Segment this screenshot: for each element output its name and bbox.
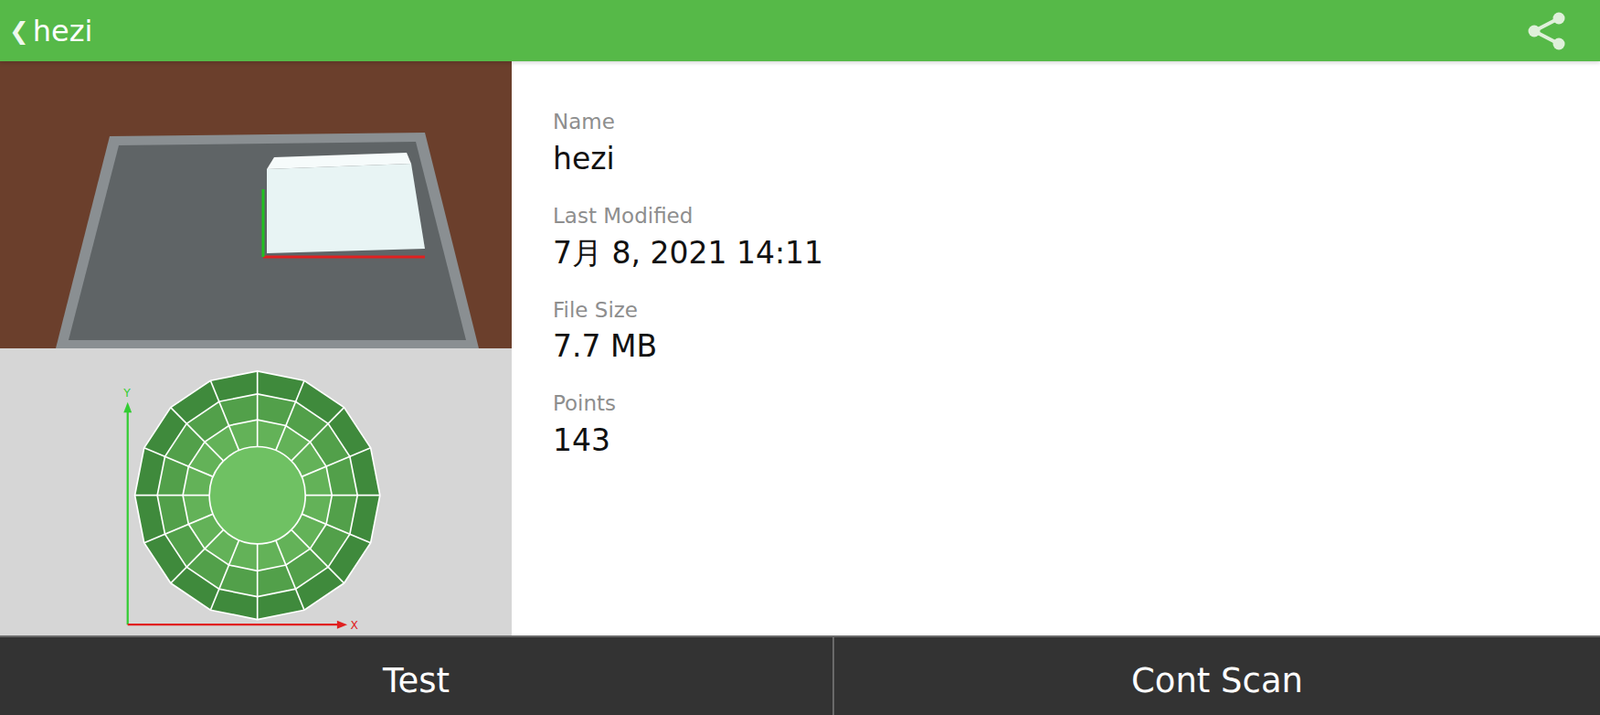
target-diagram: YX xyxy=(0,348,512,641)
detail-label: Last Modified xyxy=(552,202,1600,231)
x-axis-label: X xyxy=(349,618,359,632)
content-area: YXNameheziLast Modified7月 8, 2021 14:11F… xyxy=(0,61,1600,636)
detail-label: Points xyxy=(552,390,1600,418)
detail-item: File Size7.7 MB xyxy=(552,296,1600,368)
back-button[interactable]: ❮hezi xyxy=(9,13,93,49)
detail-label: File Size xyxy=(552,296,1600,325)
page-title: hezi xyxy=(32,13,94,49)
top-bar: ❮hezi xyxy=(0,0,1600,62)
bottom-bar: TestCont Scan xyxy=(0,635,1600,715)
details-panel: Namehezi Last Modified7月 8, 2021 14:11 Fil… xyxy=(511,61,1600,636)
scan-photo xyxy=(0,61,512,349)
detail-label: Name xyxy=(552,108,1600,137)
test-button[interactable]: Test xyxy=(0,636,835,715)
y-axis-label: Y xyxy=(122,386,131,400)
share-icon[interactable] xyxy=(1519,3,1575,59)
detail-value: 7.7 MB xyxy=(552,327,1600,367)
cont-scan-button[interactable]: Cont Scan xyxy=(834,636,1600,715)
detail-value: 7月 8, 2021 14:11 xyxy=(552,233,1600,274)
detail-item: Namehezi xyxy=(552,108,1600,180)
detail-item: Points 143 xyxy=(552,390,1600,461)
back-icon[interactable]: ❮ xyxy=(9,17,30,45)
preview-column: YX xyxy=(0,61,512,636)
detail-value: 143 xyxy=(552,421,1600,461)
detail-item: Last Modified7月 8, 2021 14:11 xyxy=(552,202,1600,274)
detail-value: hezi xyxy=(552,139,1600,180)
